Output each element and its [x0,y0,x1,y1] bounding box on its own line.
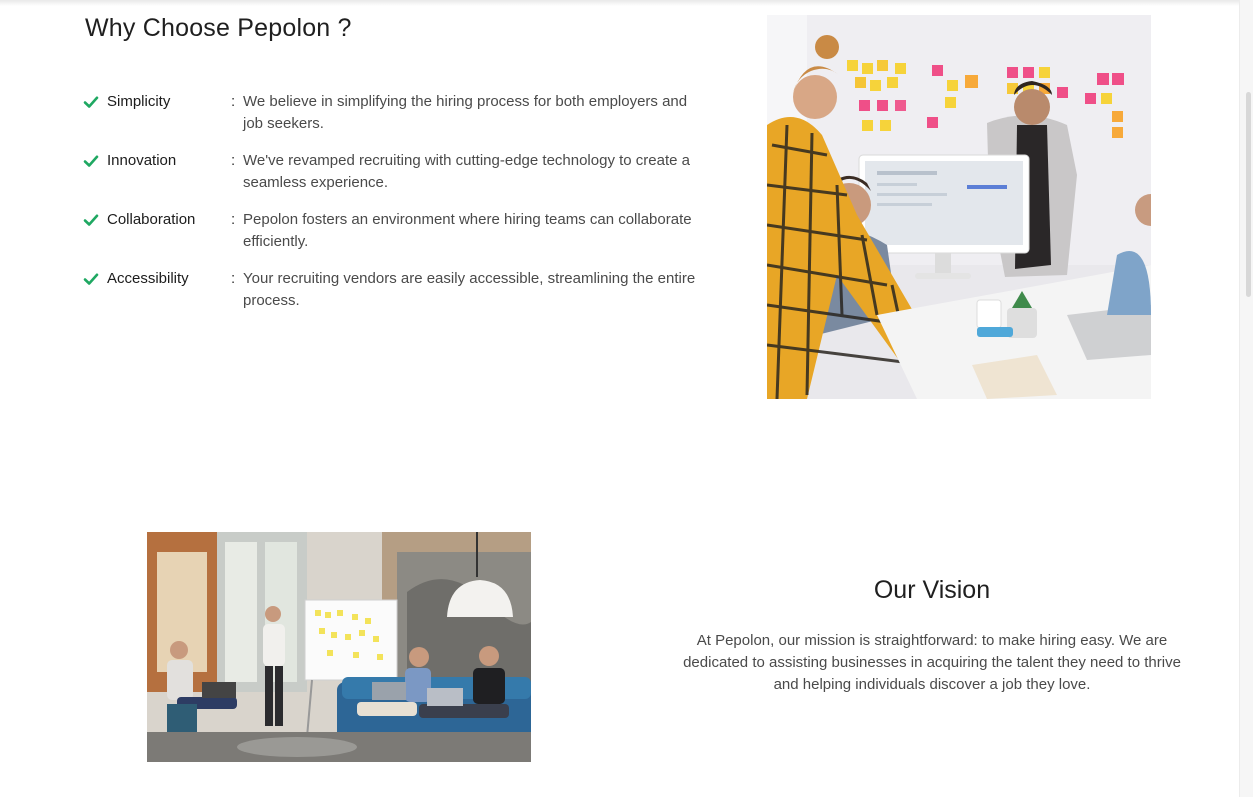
team-workshop-illustration [147,532,531,762]
feature-name: Innovation [107,152,177,169]
team-workshop-photo [147,532,531,762]
feature-name: Simplicity [107,93,171,110]
feature-description: We've revamped recruiting with cutting-e… [243,152,690,191]
team-meeting-photo [767,15,1151,399]
page-scrollbar[interactable] [1239,0,1253,797]
feature-item-simplicity: Simplicity : We believe in simplifying t… [83,91,703,135]
header-shadow [0,0,1240,6]
features-list: Simplicity : We believe in simplifying t… [83,91,703,327]
team-meeting-illustration [767,15,1151,399]
feature-description: Your recruiting vendors are easily acces… [243,270,696,309]
why-choose-title: Why Choose Pepolon ? [85,14,352,42]
feature-separator: : [231,211,236,228]
checkmark-icon [83,96,99,108]
vision-title: Our Vision [873,576,991,604]
checkmark-icon [83,273,99,285]
feature-separator: : [231,152,236,169]
page: Why Choose Pepolon ? Simplicity : We bel… [0,0,1253,797]
feature-item-accessibility: Accessibility : Your recruiting vendors … [83,268,703,312]
scrollbar-thumb[interactable] [1246,92,1251,297]
feature-name: Accessibility [107,270,189,287]
checkmark-icon [83,155,99,167]
feature-description: We believe in simplifying the hiring pro… [243,93,688,132]
feature-separator: : [231,270,236,287]
feature-name: Collaboration [107,211,196,228]
feature-item-innovation: Innovation : We've revamped recruiting w… [83,150,703,194]
checkmark-icon [83,214,99,226]
feature-separator: : [231,93,236,110]
feature-item-collaboration: Collaboration : Pepolon fosters an envir… [83,209,703,253]
feature-description: Pepolon fosters an environment where hir… [243,211,692,250]
vision-text: At Pepolon, our mission is straightforwa… [683,632,1181,693]
